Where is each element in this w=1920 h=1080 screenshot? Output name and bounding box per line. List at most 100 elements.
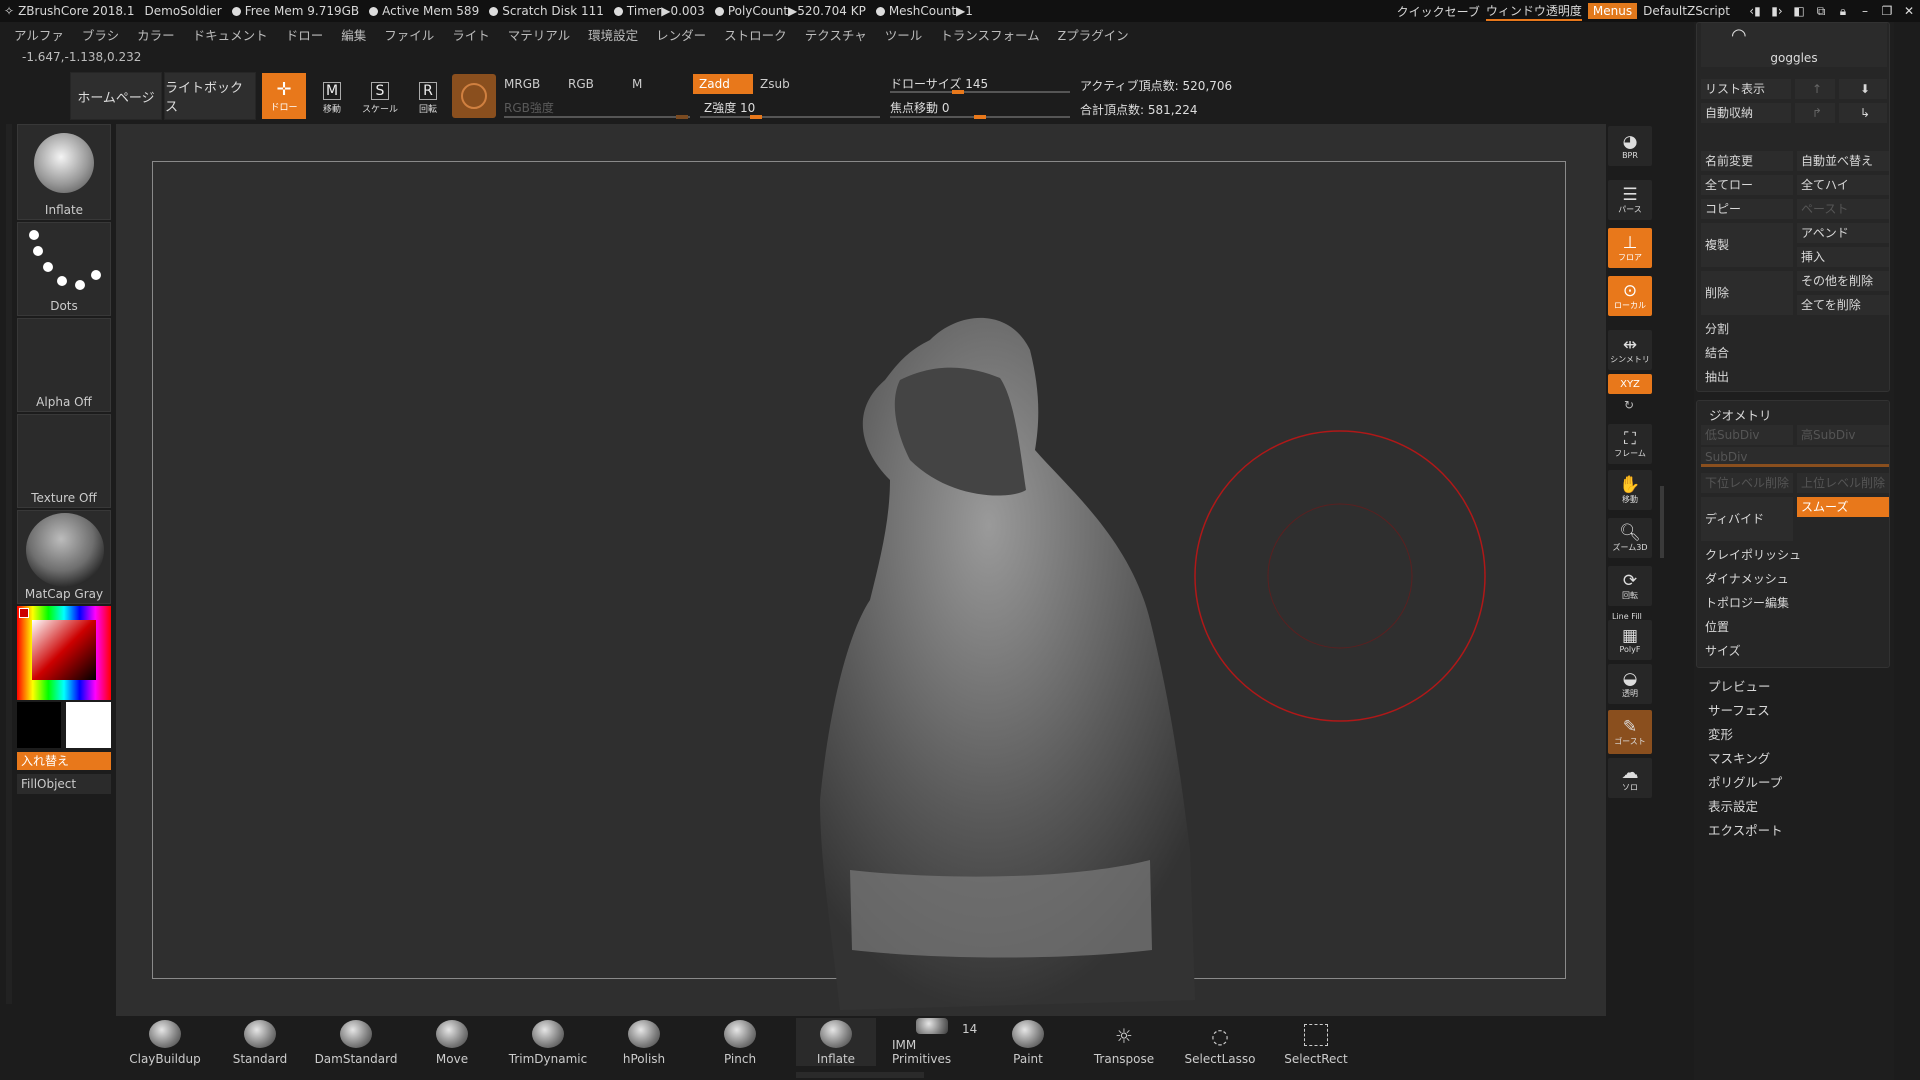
draw-button[interactable]: ✛ ドロー — [262, 73, 306, 119]
alpha-selector[interactable]: Alpha Off — [17, 318, 111, 412]
surface-section[interactable]: サーフェス — [1708, 700, 1770, 719]
focal-shift-slider[interactable]: 焦点移動 0 — [890, 99, 949, 116]
masking-section[interactable]: マスキング — [1708, 748, 1770, 767]
preview-section[interactable]: プレビュー — [1708, 676, 1771, 695]
delete-higher-button[interactable]: 上位レベル削除 — [1797, 473, 1889, 493]
menu-color[interactable]: カラー — [137, 25, 175, 44]
rotate-button[interactable]: R 回転 — [408, 76, 448, 120]
menu-transform[interactable]: トランスフォーム — [940, 25, 1039, 44]
claypolish-section[interactable]: クレイポリッシュ — [1701, 545, 1889, 565]
material-selector[interactable]: MatCap Gray — [17, 510, 111, 604]
lock-icon[interactable]: 🔒︎ — [1832, 4, 1854, 19]
divide-button[interactable]: ディバイド — [1701, 497, 1793, 541]
secondary-color[interactable] — [17, 702, 61, 748]
perspective-button[interactable]: ☰ パース — [1608, 180, 1652, 220]
select-rect-tool[interactable]: SelectRect — [1276, 1018, 1356, 1066]
rename-button[interactable]: 名前変更 — [1701, 151, 1793, 171]
brush-inflate[interactable]: Inflate — [796, 1018, 876, 1066]
scale-button[interactable]: S スケール — [360, 76, 400, 120]
zoom3d-button[interactable]: 🔍︎ ズーム3D — [1608, 518, 1652, 558]
brush-trimdynamic[interactable]: TrimDynamic — [508, 1018, 588, 1066]
rgb-button[interactable]: RGB — [568, 77, 594, 91]
copy-button[interactable]: コピー — [1701, 199, 1793, 219]
material-sphere-button[interactable] — [452, 74, 496, 118]
menu-stroke[interactable]: ストローク — [724, 25, 787, 44]
toggle-left-icon[interactable]: ‹▮ — [1744, 4, 1766, 18]
delete-lower-button[interactable]: 下位レベル削除 — [1701, 473, 1793, 493]
polygroups-section[interactable]: ポリグループ — [1708, 772, 1782, 791]
minimize-icon[interactable]: – — [1854, 4, 1876, 18]
menu-file[interactable]: ファイル — [384, 25, 434, 44]
layout-icon[interactable]: ◧ — [1788, 4, 1810, 18]
close-icon[interactable]: ✕ — [1898, 4, 1920, 18]
move-view-button[interactable]: ✋ 移動 — [1608, 470, 1652, 510]
delete-all-button[interactable]: 全てを削除 — [1797, 295, 1889, 315]
stroke-selector[interactable]: Dots — [17, 222, 111, 316]
paste-button[interactable]: ペースト — [1797, 199, 1889, 219]
bottom-scroll-handle[interactable] — [796, 1072, 924, 1078]
polyf-button[interactable]: ▦ PolyF — [1608, 620, 1652, 660]
m-button[interactable]: M — [632, 77, 642, 91]
subdiv-slider[interactable]: SubDiv — [1701, 447, 1889, 467]
brush-pinch[interactable]: Pinch — [700, 1018, 780, 1066]
insert-button[interactable]: 挿入 — [1797, 247, 1889, 267]
rotate-view-button[interactable]: ⟳ 回転 — [1608, 566, 1652, 606]
xyz-button[interactable]: XYZ — [1608, 374, 1652, 394]
menu-render[interactable]: レンダー — [656, 25, 706, 44]
delete-other-button[interactable]: その他を削除 — [1797, 271, 1889, 291]
color-square[interactable] — [32, 620, 96, 680]
z-intensity-slider[interactable]: Z強度 10 — [704, 99, 755, 116]
menu-document[interactable]: ドキュメント — [193, 25, 268, 44]
local-button[interactable]: ⊙ ローカル — [1608, 276, 1652, 316]
focal-shift-knob[interactable] — [974, 115, 986, 119]
brush-selector[interactable]: Inflate — [17, 124, 111, 220]
menu-tool[interactable]: ツール — [885, 25, 923, 44]
menu-preferences[interactable]: 環境設定 — [588, 25, 638, 44]
brush-move[interactable]: Move — [412, 1018, 492, 1066]
brush-imm-primitives[interactable]: IMM Primitives — [892, 1018, 972, 1066]
zadd-button[interactable]: Zadd — [693, 74, 753, 94]
layout2-icon[interactable]: ⧉ — [1810, 4, 1832, 19]
higher-subdiv-button[interactable]: 高SubDiv — [1797, 425, 1889, 445]
zsub-button[interactable]: Zsub — [760, 77, 790, 91]
left-scroll-handle[interactable] — [6, 124, 12, 1004]
export-section[interactable]: エクスポート — [1708, 820, 1783, 839]
menu-material[interactable]: マテリアル — [508, 25, 570, 44]
z-intensity-knob[interactable] — [750, 115, 762, 119]
duplicate-button[interactable]: 複製 — [1701, 223, 1793, 267]
draw-size-slider[interactable]: ドローサイズ 145 — [890, 75, 988, 92]
menu-texture[interactable]: テクスチャ — [805, 25, 867, 44]
move-down-icon[interactable]: ↳ — [1839, 103, 1887, 123]
rgb-intensity-slider[interactable]: RGB強度 — [504, 99, 554, 116]
toggle-right-icon[interactable]: ▮› — [1766, 4, 1788, 18]
geometry-title[interactable]: ジオメトリ — [1709, 405, 1772, 424]
brush-standard[interactable]: Standard — [220, 1018, 300, 1066]
append-button[interactable]: アペンド — [1797, 223, 1889, 243]
restore-icon[interactable]: ❐ — [1876, 4, 1898, 18]
brush-paint[interactable]: Paint — [988, 1018, 1068, 1066]
deformation-section[interactable]: 変形 — [1708, 724, 1733, 743]
topology-section[interactable]: トポロジー編集 — [1701, 593, 1889, 613]
dynamesh-section[interactable]: ダイナメッシュ — [1701, 569, 1889, 589]
right-scroll-handle[interactable] — [1660, 486, 1664, 558]
draw-size-knob[interactable] — [952, 90, 964, 94]
auto-collapse-button[interactable]: 自動収納 — [1701, 103, 1791, 123]
brush-claybuildup[interactable]: ClayBuildup — [125, 1018, 205, 1066]
lightbox-button[interactable]: ライトボックス — [164, 72, 256, 120]
menu-brush[interactable]: ブラシ — [82, 25, 119, 44]
brush-damstandard[interactable]: DamStandard — [315, 1018, 397, 1066]
bpr-button[interactable]: ◕ BPR — [1608, 126, 1652, 166]
brush-hpolish[interactable]: hPolish — [604, 1018, 684, 1066]
menu-edit[interactable]: 編集 — [341, 25, 366, 44]
select-lasso-tool[interactable]: ◌ SelectLasso — [1180, 1018, 1260, 1066]
up-arrow-icon[interactable]: ↑ — [1795, 79, 1835, 99]
down-arrow-icon[interactable]: ⬇ — [1839, 79, 1887, 99]
default-zscript[interactable]: DefaultZScript — [1643, 4, 1730, 18]
smooth-toggle[interactable]: スムーズ — [1797, 497, 1889, 517]
move-button[interactable]: M 移動 — [312, 76, 352, 120]
fill-object-button[interactable]: FillObject — [17, 774, 111, 794]
position-section[interactable]: 位置 — [1701, 617, 1889, 637]
all-low-button[interactable]: 全てロー — [1701, 175, 1793, 195]
menu-light[interactable]: ライト — [452, 25, 490, 44]
mrgb-button[interactable]: MRGB — [504, 77, 540, 91]
